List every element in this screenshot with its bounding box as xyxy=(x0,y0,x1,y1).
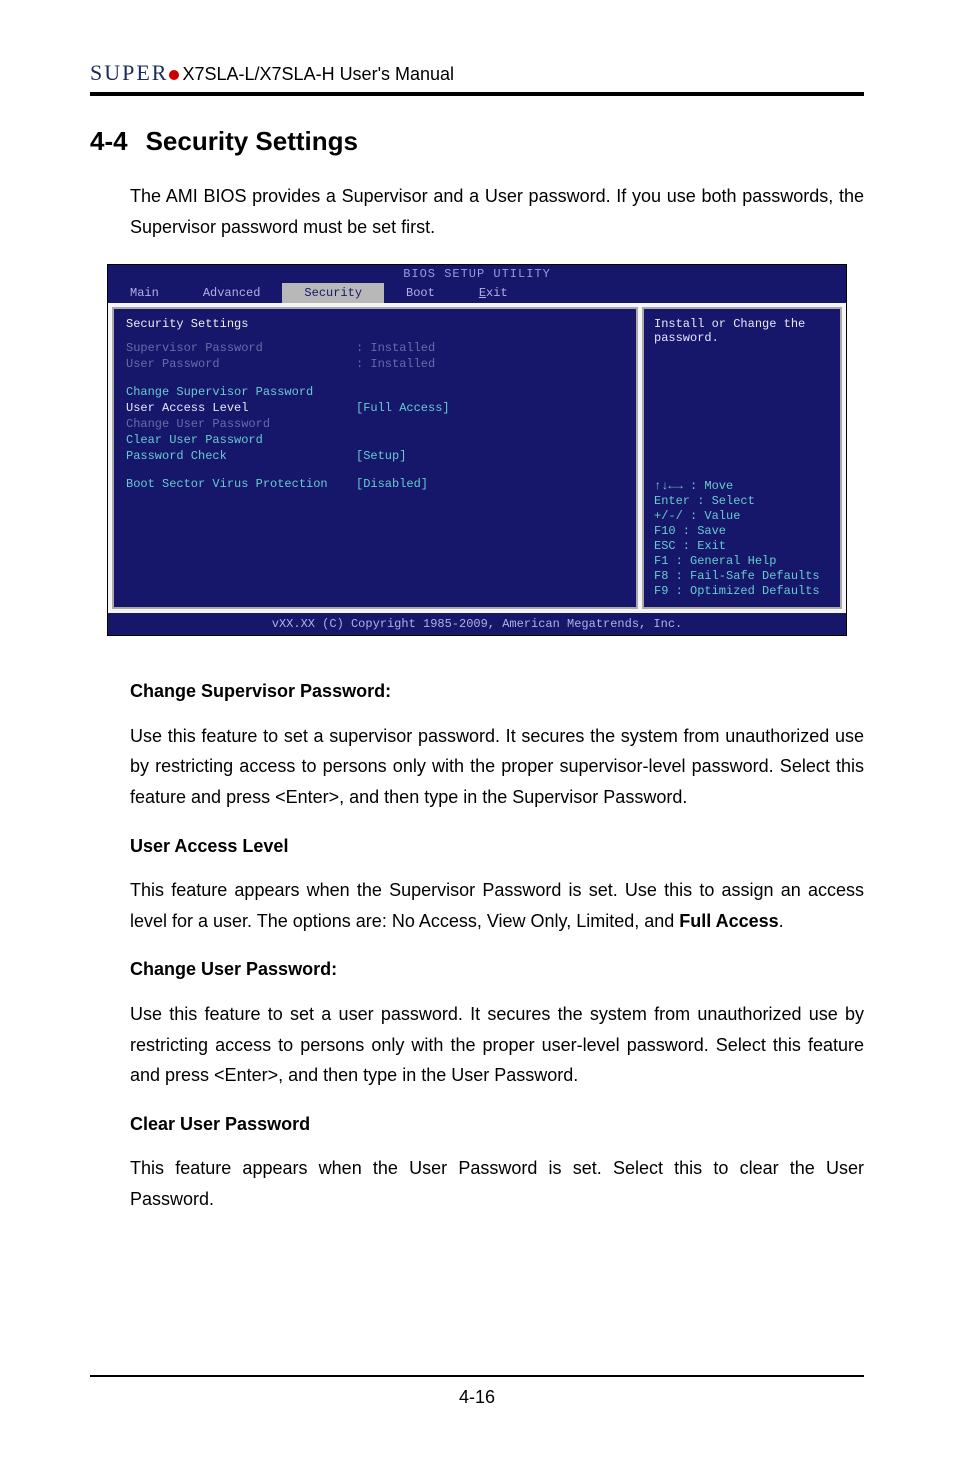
tab-advanced[interactable]: Advanced xyxy=(181,283,283,303)
bios-help-text: Install or Change the password. xyxy=(654,317,830,345)
para-user-access-level: This feature appears when the Supervisor… xyxy=(130,875,864,936)
para-ual-c: . xyxy=(779,911,784,931)
item-clear-user[interactable]: Clear User Password xyxy=(126,433,356,447)
heading-change-supervisor: Change Supervisor Password: xyxy=(130,676,864,707)
page-number: 4-16 xyxy=(90,1387,864,1408)
key-general-help: F1 : General Help xyxy=(654,554,830,568)
para-change-supervisor: Use this feature to set a supervisor pas… xyxy=(130,721,864,813)
brand-dot-icon xyxy=(169,70,179,80)
supervisor-pw-value: : Installed xyxy=(356,341,435,355)
bios-main-panel: Security Settings Supervisor Password : … xyxy=(112,307,638,609)
key-enter: Enter : Select xyxy=(654,494,830,508)
item-change-supervisor[interactable]: Change Supervisor Password xyxy=(126,385,356,399)
bios-panel-heading: Security Settings xyxy=(126,317,624,331)
item-user-access-level[interactable]: User Access Level xyxy=(126,401,356,415)
value-boot-sector: [Disabled] xyxy=(356,477,428,491)
bios-title-bar: BIOS SETUP UTILITY xyxy=(108,265,846,283)
bios-help-panel: Install or Change the password. ↑↓←→ : M… xyxy=(642,307,842,609)
tab-main[interactable]: Main xyxy=(108,283,181,303)
tab-exit[interactable]: Exit xyxy=(457,283,530,303)
bios-footer: vXX.XX (C) Copyright 1985-2009, American… xyxy=(108,613,846,635)
intro-paragraph: The AMI BIOS provides a Supervisor and a… xyxy=(130,181,864,242)
key-save: F10 : Save xyxy=(654,524,830,538)
item-boot-sector[interactable]: Boot Sector Virus Protection xyxy=(126,477,356,491)
item-change-user[interactable]: Change User Password xyxy=(126,417,356,431)
para-ual-bold: Full Access xyxy=(679,911,778,931)
section-title-text: Security Settings xyxy=(146,126,358,157)
key-move: ↑↓←→ : Move xyxy=(654,479,830,493)
manual-title: X7SLA-L/X7SLA-H User's Manual xyxy=(182,64,454,85)
tab-boot[interactable]: Boot xyxy=(384,283,457,303)
value-password-check: [Setup] xyxy=(356,449,406,463)
page-footer: 4-16 xyxy=(90,1375,864,1408)
key-value: +/-/ : Value xyxy=(654,509,830,523)
section-number: 4-4 xyxy=(90,126,128,157)
value-user-access-level: [Full Access] xyxy=(356,401,450,415)
bios-key-legend: ↑↓←→ : Move Enter : Select +/-/ : Value … xyxy=(654,478,830,599)
user-pw-label: User Password xyxy=(126,357,356,371)
key-failsafe: F8 : Fail-Safe Defaults xyxy=(654,569,830,583)
heading-user-access-level: User Access Level xyxy=(130,831,864,862)
section-heading: 4-4 Security Settings xyxy=(90,126,864,157)
para-change-user: Use this feature to set a user password.… xyxy=(130,999,864,1091)
user-pw-value: : Installed xyxy=(356,357,435,371)
page-header: SUPER X7SLA-L/X7SLA-H User's Manual xyxy=(90,60,864,96)
key-exit: ESC : Exit xyxy=(654,539,830,553)
bios-screenshot: BIOS SETUP UTILITY Main Advanced Securit… xyxy=(107,264,847,636)
item-password-check[interactable]: Password Check xyxy=(126,449,356,463)
brand-text: SUPER xyxy=(90,60,168,86)
tab-security[interactable]: Security xyxy=(282,283,384,303)
supervisor-pw-label: Supervisor Password xyxy=(126,341,356,355)
bios-tab-bar: Main Advanced Security Boot Exit xyxy=(108,283,846,303)
para-clear-user: This feature appears when the User Passw… xyxy=(130,1153,864,1214)
heading-change-user: Change User Password: xyxy=(130,954,864,985)
heading-clear-user: Clear User Password xyxy=(130,1109,864,1140)
key-optimized: F9 : Optimized Defaults xyxy=(654,584,830,598)
